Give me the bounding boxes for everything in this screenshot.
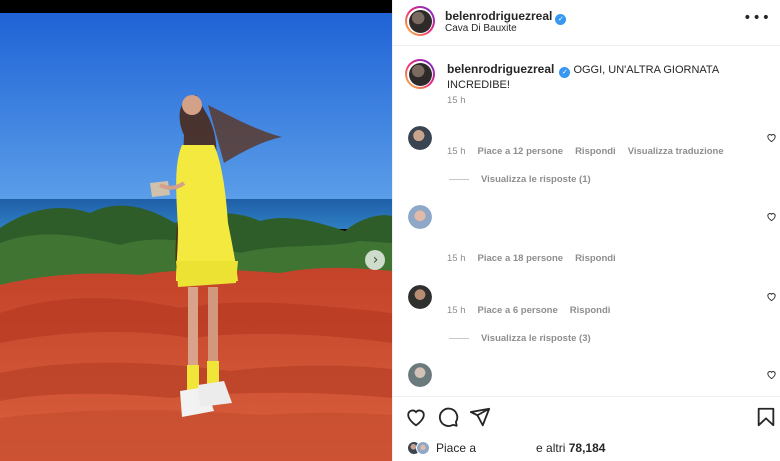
likes-summary[interactable]: Piace a e altri 78,184 [407,438,605,458]
comment-likes[interactable]: Piace a 6 persone [478,305,558,316]
likes-middle: e altri [536,441,566,455]
chevron-right-icon: › [372,252,379,268]
author-username[interactable]: belenrodriguezreal [445,9,552,23]
comment-time[interactable]: 15 h [447,305,466,316]
post-photo: › [0,0,392,461]
heart-icon[interactable] [766,211,777,222]
action-bar [393,396,780,436]
bookmark-icon[interactable] [755,406,777,428]
comment-time[interactable]: 15 h [447,146,466,157]
photo-top-bar [0,0,392,13]
comment-meta: 15 h Piace a 18 persone Rispondi [447,253,628,264]
view-replies-button[interactable]: Visualizza le risposte (1) [449,174,591,185]
likes-count[interactable]: 78,184 [569,441,606,455]
reply-button[interactable]: Rispondi [575,253,616,264]
heart-icon[interactable] [766,369,777,380]
heart-icon[interactable] [405,406,427,428]
commenter-avatar[interactable] [408,205,432,229]
commenter-avatar[interactable] [408,126,432,150]
comment-meta: 15 h Piace a 12 persone Rispondi Visualizza… [447,146,736,157]
view-replies-button[interactable]: Visualizza le risposte (3) [449,333,591,344]
hidden-liker-name [476,441,537,455]
reply-button[interactable]: Rispondi [575,146,616,157]
more-options-icon[interactable]: ••• [743,10,771,26]
comment-likes[interactable]: Piace a 18 persone [478,253,564,264]
verified-badge-icon: ✓ [555,14,567,25]
caption-time[interactable]: 15 h [447,95,466,106]
commenter-avatar[interactable] [408,363,432,387]
verified-badge-icon: ✓ [559,67,571,78]
caption-avatar[interactable] [405,59,435,89]
heart-icon[interactable] [766,291,777,302]
share-icon[interactable] [469,406,491,428]
likes-prefix: Piace a [436,441,477,455]
comment-meta: 15 h Piace a 6 persone Rispondi [447,305,622,316]
translate-button[interactable]: Visualizza traduzione [628,146,724,157]
reply-button[interactable]: Rispondi [570,305,611,316]
post-image [0,13,392,461]
commenter-avatar[interactable] [408,285,432,309]
next-photo-button[interactable]: › [365,250,385,270]
post-details-panel: belenrodriguezreal ✓ Cava Di Bauxite ••• … [392,0,780,461]
liker-avatar [416,441,430,455]
heart-icon[interactable] [766,132,777,143]
comment-time[interactable]: 15 h [447,253,466,264]
comment-likes[interactable]: Piace a 12 persone [478,146,564,157]
caption-username[interactable]: belenrodriguezreal [447,62,554,76]
comment-icon[interactable] [437,406,459,428]
post-header: belenrodriguezreal ✓ Cava Di Bauxite ••• [393,0,780,46]
caption: belenrodriguezreal ✓ OGGI, UN'ALTRA GIORN… [447,62,747,93]
author-avatar[interactable] [405,6,435,36]
post-location[interactable]: Cava Di Bauxite [445,23,517,34]
